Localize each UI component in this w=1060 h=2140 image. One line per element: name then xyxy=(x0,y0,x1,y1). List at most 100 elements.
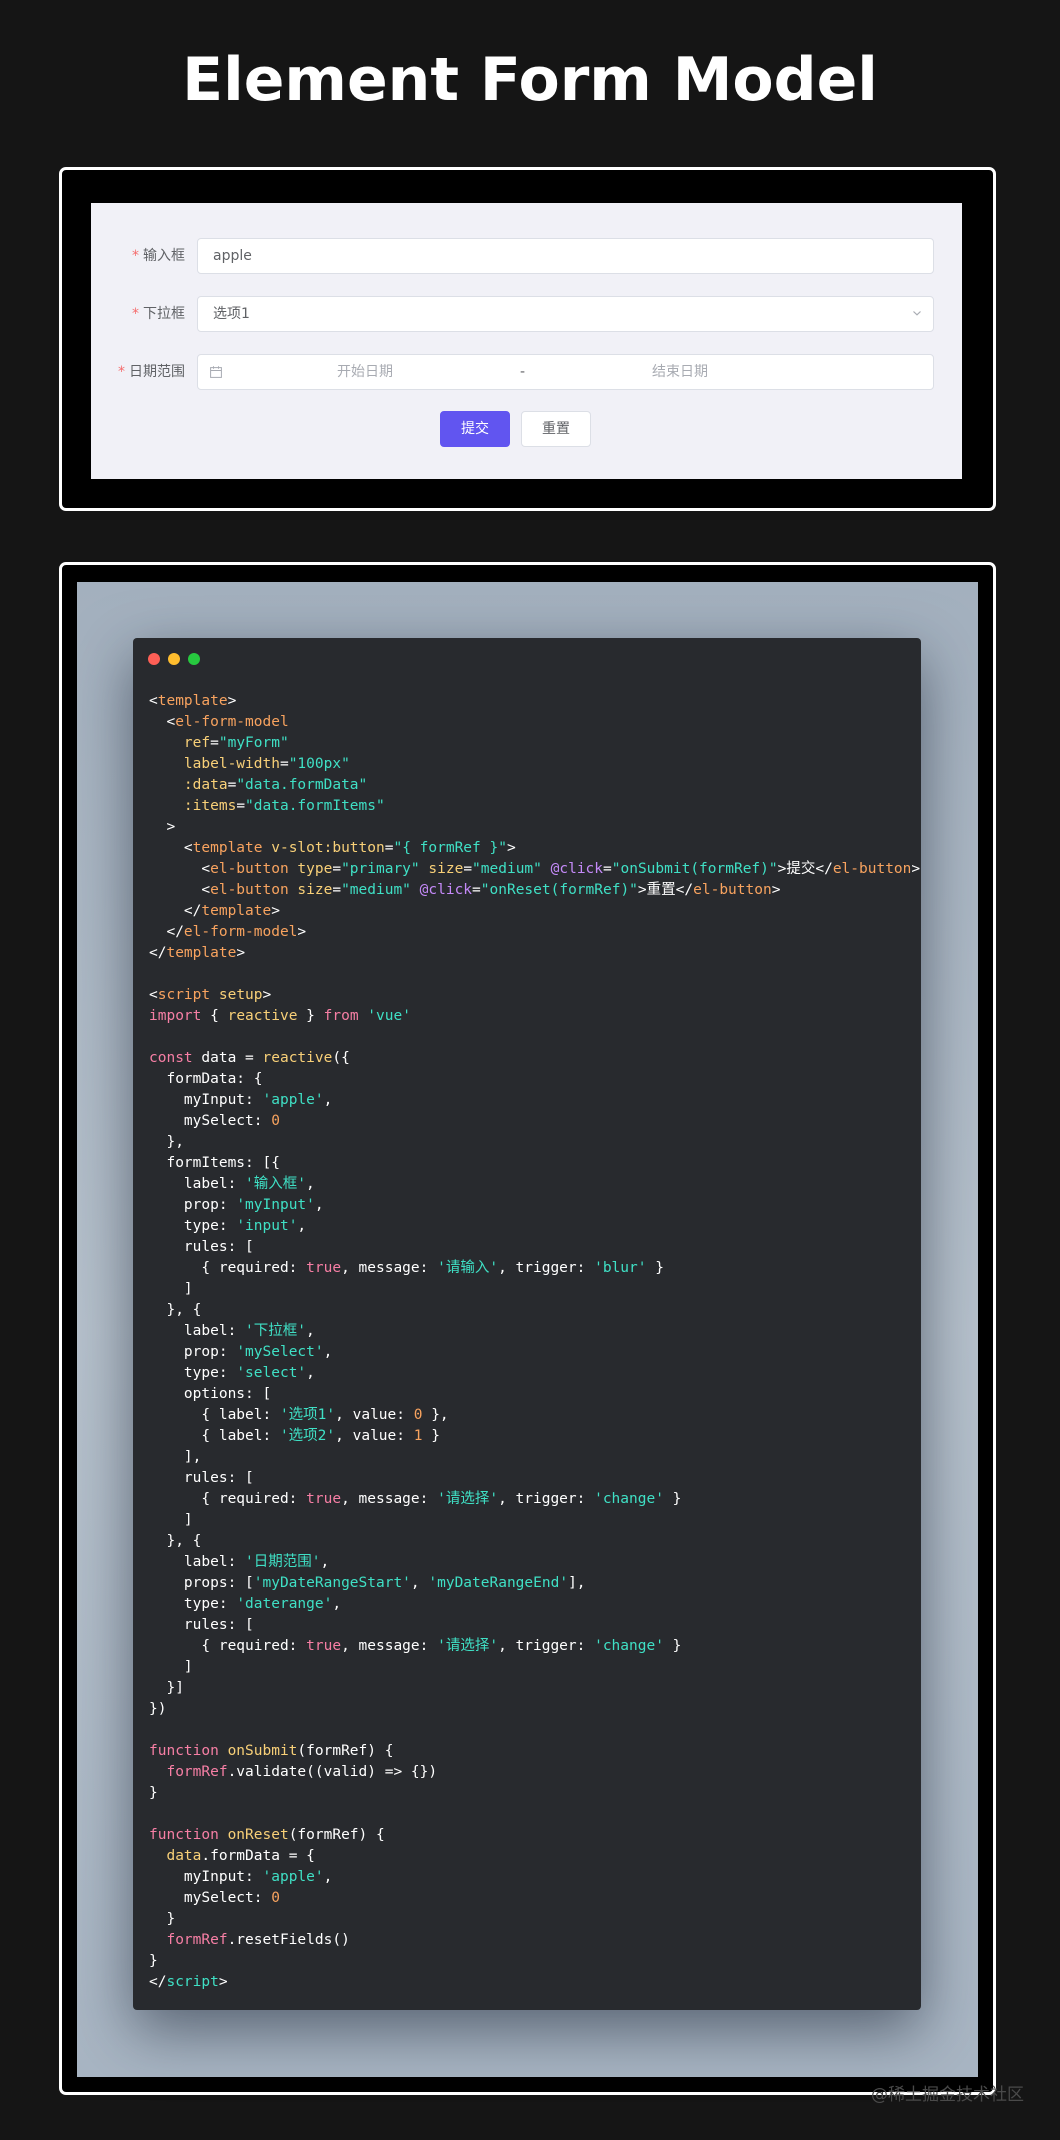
code-token: el-button xyxy=(210,861,289,877)
code-token: { label: xyxy=(149,1428,280,1444)
code-token: 'change' xyxy=(594,1491,664,1507)
end-date-input[interactable]: 结束日期 xyxy=(580,355,780,389)
code-token: rules: [ xyxy=(149,1470,254,1486)
code-token: </ xyxy=(149,903,202,919)
code-token: prop: xyxy=(149,1344,237,1360)
code-token: } xyxy=(422,1428,440,1444)
code-token: { xyxy=(201,1008,228,1024)
code-token: function xyxy=(149,1827,219,1843)
code-token: options: [ xyxy=(149,1386,272,1402)
calendar-icon xyxy=(210,366,222,378)
code-token: '日期范围' xyxy=(245,1554,321,1570)
code-line: myInput: 'apple', xyxy=(149,1867,920,1888)
code-line: }) xyxy=(149,1699,920,1720)
code-token: { required: xyxy=(149,1638,307,1654)
code-token: } xyxy=(149,1953,158,1969)
code-line: { required: true, message: '请输入', trigge… xyxy=(149,1258,920,1279)
code-token: label: xyxy=(149,1176,246,1192)
code-token: } xyxy=(646,1260,664,1276)
code-token: true xyxy=(306,1638,342,1654)
code-token: reactive xyxy=(227,1008,298,1024)
reset-button[interactable]: 重置 xyxy=(521,411,591,447)
code-token: ] xyxy=(149,1659,193,1675)
code-token: }, xyxy=(422,1407,449,1423)
code-line: ] xyxy=(149,1279,920,1300)
code-line: <el-button type="primary" size="medium" … xyxy=(149,859,920,880)
code-token: .resetFields() xyxy=(227,1932,350,1948)
input-field-label: * 输入框 xyxy=(132,248,185,264)
code-line: ref="myForm" xyxy=(149,733,920,754)
code-token: size xyxy=(428,861,464,877)
code-token: 'daterange' xyxy=(236,1596,333,1612)
form-card: * 输入框 apple * 下拉框 选项1 * 日期范围 开始日期 - 结束日期… xyxy=(91,203,962,479)
form-row-input: * 输入框 apple xyxy=(91,238,962,274)
code-token: v-slot:button xyxy=(271,840,385,856)
code-line: rules: [ xyxy=(149,1468,920,1489)
select-field-label: * 下拉框 xyxy=(132,306,185,322)
code-line: ], xyxy=(149,1447,920,1468)
code-token: , xyxy=(323,1344,333,1360)
code-line: prop: 'mySelect', xyxy=(149,1342,920,1363)
code-token: ] xyxy=(149,1281,193,1297)
code-line: ] xyxy=(149,1657,920,1678)
code-line: function onSubmit(formRef) { xyxy=(149,1741,920,1762)
code-token: > xyxy=(218,1974,228,1990)
code-token: import xyxy=(149,1008,202,1024)
code-line: mySelect: 0 xyxy=(149,1111,920,1132)
code-token: "onSubmit(formRef)" xyxy=(611,861,778,877)
code-line: options: [ xyxy=(149,1384,920,1405)
code-backdrop: <template> <el-form-model ref="myForm" l… xyxy=(77,582,978,2077)
code-token: :data xyxy=(183,777,228,793)
date-range-picker[interactable]: 开始日期 - 结束日期 xyxy=(197,354,934,390)
code-token: < xyxy=(149,882,211,898)
select-dropdown[interactable]: 选项1 xyxy=(197,296,934,332)
required-mark: * xyxy=(132,248,139,264)
code-token: '选项1' xyxy=(279,1407,336,1423)
green-dot-icon xyxy=(188,653,200,665)
code-token: ({ xyxy=(332,1050,350,1066)
code-line: formRef.validate((valid) => {}) xyxy=(149,1762,920,1783)
code-token: props: [ xyxy=(149,1575,254,1591)
code-token: ], xyxy=(149,1449,202,1465)
code-token: ref xyxy=(183,735,211,751)
code-token: "medium" xyxy=(341,882,411,898)
code-token: el-button xyxy=(693,882,772,898)
code-token: formRef xyxy=(166,1932,228,1948)
code-token: from xyxy=(323,1008,359,1024)
code-line: > xyxy=(149,817,920,838)
code-token: , xyxy=(410,1575,429,1591)
code-token: myInput: xyxy=(149,1092,263,1108)
submit-button[interactable]: 提交 xyxy=(440,411,510,447)
code-token: true xyxy=(306,1491,342,1507)
code-token: "data.formData" xyxy=(236,777,368,793)
code-token: , xyxy=(306,1176,315,1192)
code-line: }, xyxy=(149,1132,920,1153)
code-token: script xyxy=(157,987,211,1003)
code-token: = xyxy=(236,798,246,814)
code-token: label: xyxy=(149,1323,246,1339)
code-token: >提交</ xyxy=(777,861,833,877)
code-token: type xyxy=(297,861,333,877)
code-token: '输入框' xyxy=(245,1176,306,1192)
code-window: <template> <el-form-model ref="myForm" l… xyxy=(133,638,921,2010)
code-token: = xyxy=(227,777,237,793)
code-line: label-width="100px" xyxy=(149,754,920,775)
text-input[interactable]: apple xyxy=(197,238,934,274)
code-token: el-form-model xyxy=(175,714,289,730)
code-line: myInput: 'apple', xyxy=(149,1090,920,1111)
code-token: 'select' xyxy=(236,1365,307,1381)
code-token: rules: [ xyxy=(149,1617,254,1633)
code-token: { required: xyxy=(149,1260,307,1276)
code-token: }] xyxy=(149,1680,184,1696)
code-token: } xyxy=(663,1638,682,1654)
code-token: > xyxy=(911,861,921,877)
code-line: import { reactive } from 'vue' xyxy=(149,1006,920,1027)
start-date-input[interactable]: 开始日期 xyxy=(265,355,465,389)
